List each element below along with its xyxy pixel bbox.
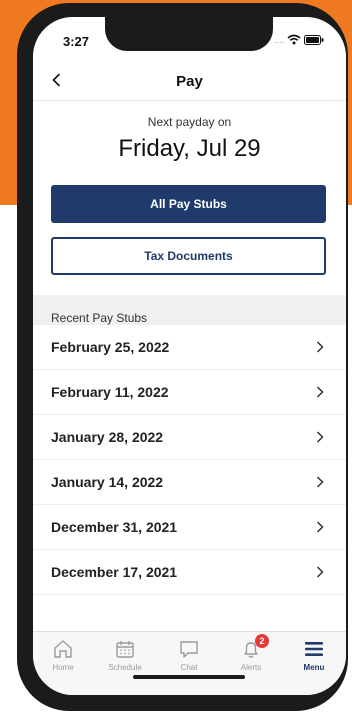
tab-chat[interactable]: Chat — [159, 638, 219, 678]
chevron-right-icon — [316, 566, 324, 578]
nav-bar: Pay — [33, 61, 346, 101]
pay-stub-item[interactable]: December 17, 2021 — [33, 550, 346, 595]
tax-documents-button[interactable]: Tax Documents — [51, 237, 326, 275]
tab-label: Chat — [180, 663, 198, 672]
all-pay-stubs-button[interactable]: All Pay Stubs — [51, 185, 326, 223]
phone-screen: 3:27 .... Pay Next payday on Friday, Jul… — [33, 17, 346, 695]
calendar-icon — [116, 641, 134, 658]
pay-stub-date: January 28, 2022 — [51, 429, 164, 445]
chevron-right-icon — [316, 476, 324, 488]
pay-stub-date: February 11, 2022 — [51, 384, 169, 400]
next-payday-date: Friday, Jul 29 — [118, 135, 261, 162]
chat-icon — [180, 641, 198, 658]
pay-stub-date: December 31, 2021 — [51, 519, 178, 535]
pay-stub-date: December 17, 2021 — [51, 564, 178, 580]
recent-pay-stubs-header: Recent Pay Stubs — [33, 295, 346, 329]
pay-stub-item[interactable]: January 14, 2022 — [33, 460, 346, 505]
tab-label: Home — [52, 663, 74, 672]
page-title: Pay — [176, 73, 203, 90]
notch — [105, 17, 273, 51]
status-icons: .... — [274, 34, 324, 45]
tab-alerts[interactable]: 2 Alerts — [221, 634, 281, 678]
chevron-right-icon — [316, 521, 324, 533]
pay-stub-date: January 14, 2022 — [51, 474, 164, 490]
pay-stub-item[interactable]: January 28, 2022 — [33, 415, 346, 460]
chevron-right-icon — [316, 431, 324, 443]
chevron-right-icon — [316, 341, 324, 353]
next-payday-label: Next payday on — [147, 115, 232, 129]
alerts-badge: 2 — [255, 634, 269, 648]
pay-stub-item[interactable]: December 31, 2021 — [33, 505, 346, 550]
tab-schedule[interactable]: Schedule — [95, 638, 155, 678]
pay-stub-item[interactable]: February 25, 2022 — [33, 325, 346, 370]
wifi-icon — [287, 34, 301, 45]
status-time: 3:27 — [63, 34, 90, 49]
home-icon — [54, 640, 72, 658]
pay-stub-date: February 25, 2022 — [51, 339, 170, 355]
menu-icon — [305, 642, 323, 656]
pay-stub-item[interactable]: February 11, 2022 — [33, 370, 346, 415]
tab-label: Alerts — [240, 663, 262, 672]
chevron-right-icon — [316, 386, 324, 398]
signal-dots: .... — [273, 34, 284, 45]
tab-bar: Home Schedule Chat 2 Alerts Menu — [33, 631, 346, 695]
battery-icon — [304, 34, 324, 45]
recent-pay-stubs-list: February 25, 2022 February 11, 2022 Janu… — [33, 325, 346, 595]
home-indicator — [133, 675, 245, 679]
tab-label: Schedule — [108, 663, 142, 672]
tab-label: Menu — [303, 663, 325, 672]
tab-menu[interactable]: Menu — [284, 638, 344, 678]
tab-home[interactable]: Home — [33, 638, 93, 678]
